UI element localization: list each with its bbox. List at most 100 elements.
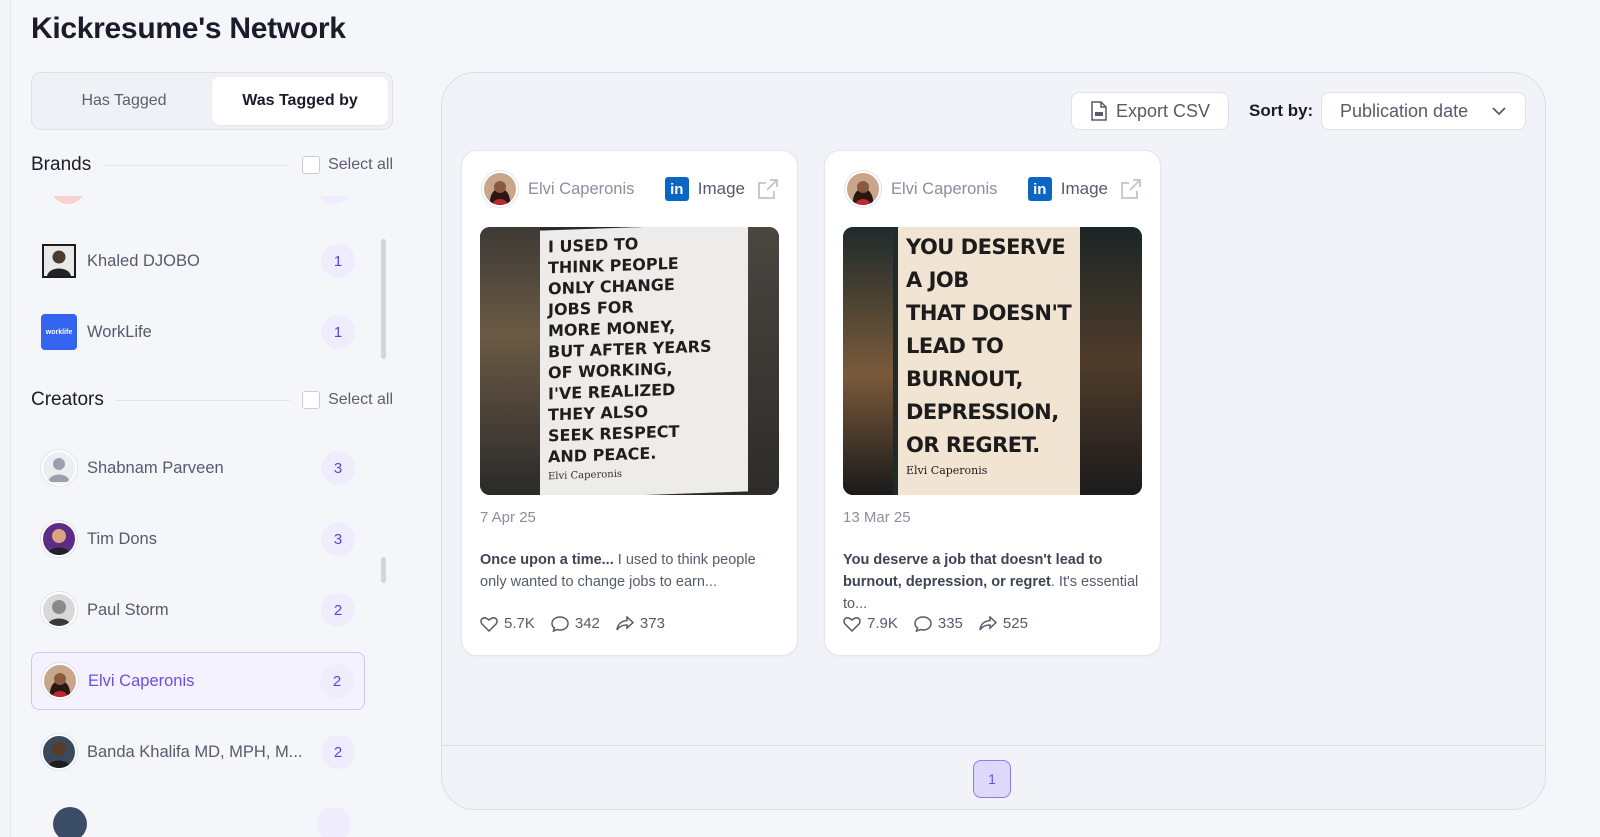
image-quote-line: DEPRESSION, [906,400,1059,424]
export-csv-label: Export CSV [1115,100,1211,121]
post-stats: 5.7K 342 373 [480,615,665,632]
external-link-icon[interactable] [1120,178,1142,200]
post-header: Elvi Caperonis in Image [845,171,1142,207]
post-image[interactable]: YOU DESERVE A JOB THAT DOESN'T LEAD TO BURNO… [843,227,1142,495]
count-badge: 2 [321,593,355,627]
divider [115,399,291,401]
post-stats: 7.9K 335 525 [843,615,1028,632]
image-quote-line: LEAD TO [906,334,1004,358]
worklife-logo: worklife [41,314,77,350]
count-badge: 2 [321,735,355,769]
sort-label: Sort by: [1249,101,1314,120]
likes-count: 7.9K [867,615,898,632]
creator-item-tim-dons[interactable]: Tim Dons 3 [31,510,365,568]
post-card[interactable]: Elvi Caperonis in Image I USED TO THINK P… [461,150,798,656]
user-placeholder-icon [41,450,77,486]
creators-label: Creators [31,389,104,410]
posts-panel: Export CSV Sort by: Publication date Elv… [441,72,1546,810]
linkedin-icon: in [664,177,689,201]
external-link-icon[interactable] [757,178,779,200]
creator-item-paul-storm[interactable]: Paul Storm 2 [31,581,365,639]
sort-value: Publication date [1340,100,1469,121]
brands-scrollbar[interactable] [381,239,386,359]
creator-name: Elvi Caperonis [88,671,195,690]
shares-count: 373 [639,615,665,632]
shares-count: 525 [1002,615,1028,632]
creator-item-banda-khalifa[interactable]: Banda Khalifa MD, MPH, M... 2 [31,723,365,781]
creators-select-all-checkbox[interactable] [302,391,321,409]
comments-count: 342 [574,615,600,632]
comment-icon [914,615,932,632]
shares-stat: 373 [616,615,665,632]
brand-item-worklife[interactable]: worklife WorkLife 1 [31,303,365,361]
tab-was-tagged-by[interactable]: Was Tagged by [212,77,388,125]
image-signature: Elvi Caperonis [548,468,623,483]
brand-name: WorkLife [87,322,152,341]
brands-header: Brands Select all [31,153,393,177]
image-quote-line: THAT DOESN'T [906,301,1072,325]
comments-stat: 335 [914,615,963,632]
avatar [42,663,78,699]
likes-stat: 5.7K [480,615,535,632]
image-quote-line: OR REGRET. [906,433,1040,457]
avatar [41,243,77,279]
avatar [41,734,77,770]
post-text-bold: Once upon a time... [480,552,614,568]
creators-scrollbar[interactable] [381,557,386,583]
creator-name: Paul Storm [87,600,169,619]
csv-file-icon [1091,101,1107,121]
post-card[interactable]: Elvi Caperonis in Image YOU DESERVE A JOB… [824,150,1161,656]
page: Kickresume's Network Has Tagged Was Tagg… [10,0,1600,837]
post-text: You deserve a job that doesn't lead to b… [843,549,1142,615]
heart-icon [843,616,861,632]
post-image[interactable]: I USED TO THINK PEOPLE ONLY CHANGE JOBS FOR… [480,227,779,495]
count-badge: 1 [321,244,355,278]
brands-label: Brands [31,154,92,175]
page-button-1[interactable]: 1 [973,760,1011,798]
post-text: Once upon a time... I used to think peop… [480,549,779,593]
creators-select-all-label[interactable]: Select all [328,391,393,409]
comments-stat: 342 [551,615,600,632]
brand-name: Khaled DJOBO [87,251,200,270]
post-author[interactable]: Elvi Caperonis [891,180,1028,199]
creator-name: Shabnam Parveen [87,458,224,477]
brand-item-khaled-djobo[interactable]: Khaled DJOBO 1 [31,232,365,290]
count-badge: 3 [321,522,355,556]
brands-select-all-checkbox[interactable] [302,156,321,174]
creator-name: Banda Khalifa MD, MPH, M... [87,742,303,761]
avatar [845,171,881,207]
heart-icon [480,616,498,632]
avatar [41,592,77,628]
shares-stat: 525 [979,615,1028,632]
image-quote: YOU DESERVE A JOB THAT DOESN'T LEAD TO BURNO… [906,231,1072,462]
likes-stat: 7.9K [843,615,898,632]
comments-count: 335 [937,615,963,632]
list-item-clipped [41,805,371,837]
post-header: Elvi Caperonis in Image [482,171,779,207]
list-item-clipped [41,196,371,210]
creator-name: Tim Dons [87,529,157,548]
sort-select[interactable]: Publication date [1321,92,1526,130]
share-icon [979,615,997,630]
avatar [482,171,518,207]
count-badge: 1 [321,315,355,349]
tab-has-tagged[interactable]: Has Tagged [36,77,212,125]
divider [442,745,1545,746]
comment-icon [551,615,569,632]
image-quote-line: A JOB [906,268,969,292]
avatar [41,521,77,557]
post-date: 7 Apr 25 [480,509,536,526]
creator-item-elvi-caperonis[interactable]: Elvi Caperonis 2 [31,652,365,710]
tagged-toggle: Has Tagged Was Tagged by [31,72,393,130]
linkedin-icon: in [1027,177,1052,201]
creator-item-shabnam-parveen[interactable]: Shabnam Parveen 3 [31,439,365,497]
image-signature: Elvi Caperonis [906,464,988,477]
count-badge: 3 [321,451,355,485]
brands-select-all-label[interactable]: Select all [328,156,393,174]
chevron-down-icon [1492,107,1506,116]
likes-count: 5.7K [504,615,535,632]
export-csv-button[interactable]: Export CSV [1071,92,1229,130]
image-quote: I USED TO THINK PEOPLE ONLY CHANGE JOBS FOR… [548,230,740,468]
image-quote-line: BURNOUT, [906,367,1024,391]
post-author[interactable]: Elvi Caperonis [528,180,665,199]
